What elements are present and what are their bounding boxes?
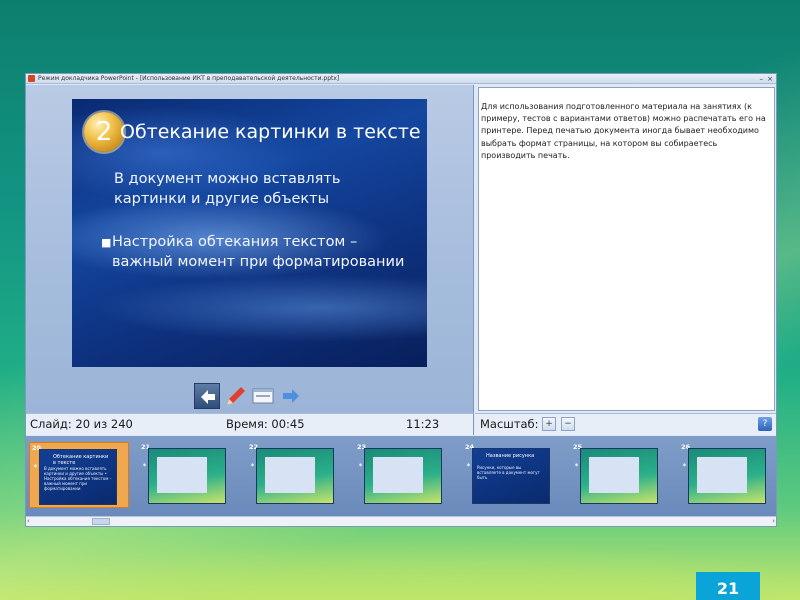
thumbnail-text: В документ можно вставлять картинки и др… bbox=[44, 466, 112, 491]
current-slide-pane: 2 Обтекание картинки в тексте В документ… bbox=[26, 85, 474, 413]
bullet-icon: ■ bbox=[101, 236, 112, 249]
thumbnail[interactable]: 26 ✶ bbox=[679, 442, 776, 508]
thumbnail[interactable]: 22 ✶ bbox=[247, 442, 347, 508]
notes-status-bar: Масштаб: + − ? bbox=[475, 413, 776, 435]
animation-icon: ✶ bbox=[358, 462, 364, 469]
thumbnail-title: Обтекание картинки в тексте bbox=[53, 454, 109, 466]
slide-bullet-text: Настройка обтекания текстом – важный мом… bbox=[112, 234, 405, 270]
screen-icon bbox=[252, 388, 274, 404]
slide-status-bar: Слайд: 20 из 240 Время: 00:45 11:23 bbox=[26, 413, 474, 435]
slide-counter: Слайд: 20 из 240 bbox=[30, 417, 133, 431]
page-number-badge: 21 bbox=[696, 572, 760, 600]
zoom-in-button[interactable]: + bbox=[542, 417, 556, 431]
arrow-left-icon bbox=[201, 390, 215, 404]
next-slide-button[interactable] bbox=[278, 383, 304, 409]
animation-icon: ✶ bbox=[250, 462, 256, 469]
scroll-thumb[interactable] bbox=[92, 518, 110, 525]
animation-icon: ✶ bbox=[33, 463, 39, 470]
thumbnail-image bbox=[580, 448, 658, 504]
speaker-notes[interactable]: Для использования подготовленного матери… bbox=[478, 87, 775, 411]
screen-options-button[interactable] bbox=[250, 383, 276, 409]
thumbnail-image: Название рисунка Рисунки, которые вы вст… bbox=[472, 448, 550, 504]
powerpoint-icon bbox=[28, 75, 35, 82]
arrow-right-icon bbox=[283, 389, 299, 403]
pen-tool-button[interactable] bbox=[222, 383, 248, 409]
thumbnail-image: Обтекание картинки в тексте В документ м… bbox=[39, 449, 117, 505]
thumbnail-image bbox=[256, 448, 334, 504]
help-icon[interactable]: ? bbox=[758, 417, 772, 431]
animation-icon: ✶ bbox=[466, 462, 472, 469]
minimize-button[interactable]: – bbox=[760, 74, 764, 84]
pen-icon bbox=[227, 387, 245, 405]
thumbnail-text: Рисунки, которые вы вставляете в докумен… bbox=[477, 465, 540, 480]
thumbnail[interactable]: 20 ✶ Обтекание картинки в тексте В докум… bbox=[29, 442, 129, 508]
slide-title: Обтекание картинки в тексте bbox=[120, 121, 421, 143]
slide-thumbnail-strip: 20 ✶ Обтекание картинки в тексте В докум… bbox=[26, 436, 776, 516]
thumbnail[interactable]: 24 ✶ Название рисунка Рисунки, которые в… bbox=[463, 442, 563, 508]
elapsed-time: Время: 00:45 bbox=[226, 417, 305, 431]
title-bar: Режим докладчика PowerPoint - [Использов… bbox=[26, 74, 776, 84]
slide-navigation-toolbar bbox=[194, 383, 304, 409]
badge-number: 2 bbox=[95, 117, 113, 147]
thumbnail-image bbox=[688, 448, 766, 504]
zoom-out-button[interactable]: − bbox=[561, 417, 575, 431]
animation-icon: ✶ bbox=[574, 462, 580, 469]
horizontal-scrollbar[interactable]: ‹ › bbox=[26, 516, 776, 526]
close-button[interactable]: × bbox=[767, 74, 773, 84]
number-badge: 2 bbox=[84, 112, 124, 152]
thumbnail-image bbox=[148, 448, 226, 504]
thumbnail[interactable]: 23 ✶ bbox=[355, 442, 455, 508]
animation-icon: ✶ bbox=[142, 462, 148, 469]
window-title: Режим докладчика PowerPoint - [Использов… bbox=[38, 75, 340, 82]
thumbnail-image bbox=[364, 448, 442, 504]
clock: 11:23 bbox=[406, 417, 440, 431]
scroll-left-icon[interactable]: ‹ bbox=[27, 517, 30, 526]
thumbnail[interactable]: 25 ✶ bbox=[571, 442, 671, 508]
thumbnail[interactable]: 21 ✶ bbox=[139, 442, 239, 508]
slide-subtitle: В документ можно вставлять картинки и др… bbox=[114, 171, 341, 207]
previous-slide-button[interactable] bbox=[194, 383, 220, 409]
presenter-view-window: Режим докладчика PowerPoint - [Использов… bbox=[25, 73, 777, 527]
zoom-label: Масштаб: bbox=[480, 417, 539, 431]
current-slide[interactable]: 2 Обтекание картинки в тексте В документ… bbox=[72, 99, 427, 367]
animation-icon: ✶ bbox=[682, 462, 688, 469]
thumbnail-title: Название рисунка bbox=[486, 453, 535, 459]
scroll-right-icon[interactable]: › bbox=[772, 517, 775, 526]
